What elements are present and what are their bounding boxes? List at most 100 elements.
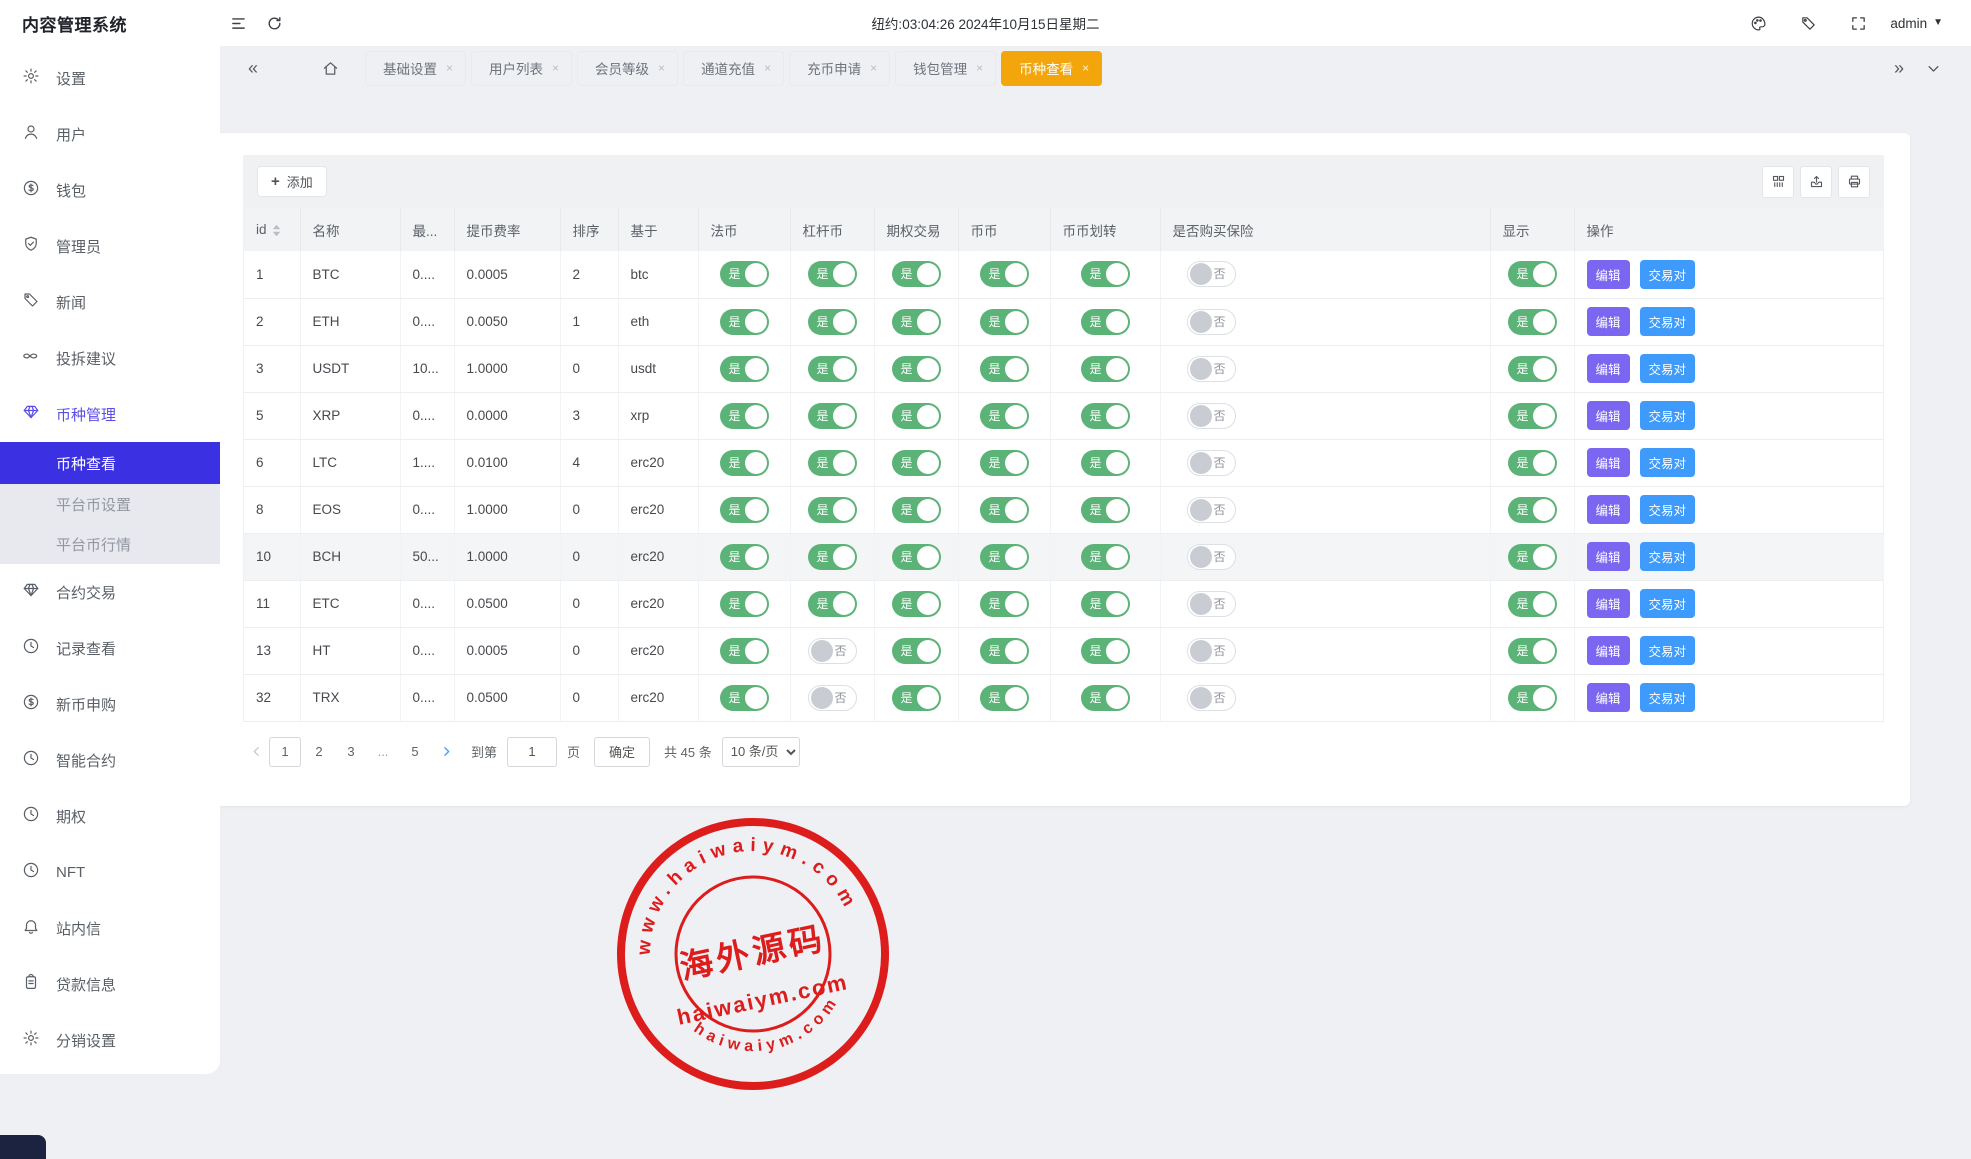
fiat-toggle[interactable]: 是 (720, 403, 769, 429)
fiat-toggle[interactable]: 是 (720, 544, 769, 570)
lever-toggle[interactable]: 是 (808, 544, 857, 570)
trade-pair-button[interactable]: 交易对 (1640, 542, 1696, 571)
edit-button[interactable]: 编辑 (1587, 495, 1630, 524)
transfer-toggle[interactable]: 是 (1081, 685, 1130, 711)
insurance-toggle[interactable]: 否 (1187, 544, 1236, 570)
transfer-toggle[interactable]: 是 (1081, 638, 1130, 664)
insurance-toggle[interactable]: 否 (1187, 450, 1236, 476)
lever-toggle[interactable]: 是 (808, 261, 857, 287)
page-button-1[interactable]: 1 (269, 737, 301, 767)
tab-1[interactable]: 用户列表× (471, 51, 572, 86)
fiat-toggle[interactable]: 是 (720, 638, 769, 664)
column-header-1[interactable]: 名称 (300, 208, 400, 251)
tab-5[interactable]: 钱包管理× (895, 51, 996, 86)
tabs-scroll-right-icon[interactable]: » (1894, 59, 1904, 77)
edit-button[interactable]: 编辑 (1587, 636, 1630, 665)
edit-button[interactable]: 编辑 (1587, 589, 1630, 618)
show-toggle[interactable]: 是 (1508, 261, 1557, 287)
coin-toggle[interactable]: 是 (980, 544, 1029, 570)
tab-close-icon[interactable]: × (658, 61, 665, 75)
sidebar-item-2[interactable]: 钱包 (0, 162, 220, 218)
edit-button[interactable]: 编辑 (1587, 448, 1630, 477)
fiat-toggle[interactable]: 是 (720, 261, 769, 287)
transfer-toggle[interactable]: 是 (1081, 450, 1130, 476)
coin-toggle[interactable]: 是 (980, 403, 1029, 429)
lever-toggle[interactable]: 否 (808, 638, 857, 664)
insurance-toggle[interactable]: 否 (1187, 309, 1236, 335)
coin-toggle[interactable]: 是 (980, 450, 1029, 476)
tabs-scroll-left-icon[interactable]: « (248, 59, 258, 77)
fiat-toggle[interactable]: 是 (720, 356, 769, 382)
column-header-8[interactable]: 期权交易 (874, 208, 958, 251)
next-page-icon[interactable] (433, 738, 459, 766)
insurance-toggle[interactable]: 否 (1187, 356, 1236, 382)
option-toggle[interactable]: 是 (892, 497, 941, 523)
fullscreen-icon[interactable] (1840, 5, 1876, 41)
sidebar-item-14[interactable]: 贷款信息 (0, 956, 220, 1012)
option-toggle[interactable]: 是 (892, 309, 941, 335)
trade-pair-button[interactable]: 交易对 (1640, 307, 1696, 336)
insurance-toggle[interactable]: 否 (1187, 685, 1236, 711)
trade-pair-button[interactable]: 交易对 (1640, 683, 1696, 712)
column-header-10[interactable]: 币币划转 (1050, 208, 1160, 251)
add-button[interactable]: + 添加 (257, 166, 327, 197)
transfer-toggle[interactable]: 是 (1081, 544, 1130, 570)
column-header-13[interactable]: 操作 (1574, 208, 1884, 251)
sidebar-item-7[interactable]: 合约交易 (0, 564, 220, 620)
column-header-5[interactable]: 基于 (618, 208, 698, 251)
column-header-12[interactable]: 显示 (1490, 208, 1574, 251)
insurance-toggle[interactable]: 否 (1187, 261, 1236, 287)
coin-toggle[interactable]: 是 (980, 261, 1029, 287)
columns-filter-icon[interactable] (1762, 166, 1794, 198)
transfer-toggle[interactable]: 是 (1081, 591, 1130, 617)
sidebar-item-3[interactable]: 管理员 (0, 218, 220, 274)
column-header-6[interactable]: 法币 (698, 208, 790, 251)
show-toggle[interactable]: 是 (1508, 497, 1557, 523)
lever-toggle[interactable]: 是 (808, 450, 857, 476)
sidebar-item-8[interactable]: 记录查看 (0, 620, 220, 676)
show-toggle[interactable]: 是 (1508, 356, 1557, 382)
lever-toggle[interactable]: 是 (808, 403, 857, 429)
lever-toggle[interactable]: 是 (808, 497, 857, 523)
trade-pair-button[interactable]: 交易对 (1640, 636, 1696, 665)
sidebar-item-13[interactable]: 站内信 (0, 900, 220, 956)
transfer-toggle[interactable]: 是 (1081, 261, 1130, 287)
sidebar-item-0[interactable]: 设置 (0, 50, 220, 106)
option-toggle[interactable]: 是 (892, 638, 941, 664)
coin-toggle[interactable]: 是 (980, 591, 1029, 617)
coin-toggle[interactable]: 是 (980, 685, 1029, 711)
option-toggle[interactable]: 是 (892, 450, 941, 476)
trade-pair-button[interactable]: 交易对 (1640, 448, 1696, 477)
transfer-toggle[interactable]: 是 (1081, 497, 1130, 523)
tab-close-icon[interactable]: × (870, 61, 877, 75)
fiat-toggle[interactable]: 是 (720, 450, 769, 476)
trade-pair-button[interactable]: 交易对 (1640, 260, 1696, 289)
sidebar-item-1[interactable]: 用户 (0, 106, 220, 162)
coin-toggle[interactable]: 是 (980, 356, 1029, 382)
option-toggle[interactable]: 是 (892, 356, 941, 382)
jump-page-input[interactable] (507, 737, 557, 767)
column-header-9[interactable]: 币币 (958, 208, 1050, 251)
page-size-select[interactable]: 10 条/页 (722, 737, 800, 767)
tag-icon[interactable] (1790, 5, 1826, 41)
show-toggle[interactable]: 是 (1508, 544, 1557, 570)
confirm-button[interactable]: 确定 (594, 737, 650, 767)
insurance-toggle[interactable]: 否 (1187, 403, 1236, 429)
sidebar-item-12[interactable]: NFT (0, 844, 220, 900)
coin-toggle[interactable]: 是 (980, 638, 1029, 664)
column-header-2[interactable]: 最... (400, 208, 454, 251)
column-header-4[interactable]: 排序 (560, 208, 618, 251)
column-header-11[interactable]: 是否购买保险 (1160, 208, 1490, 251)
sidebar-subitem-6-1[interactable]: 平台币设置 (0, 484, 220, 524)
lever-toggle[interactable]: 否 (808, 685, 857, 711)
lever-toggle[interactable]: 是 (808, 309, 857, 335)
sort-icon[interactable] (272, 224, 281, 237)
refresh-icon[interactable] (256, 5, 292, 41)
page-button-5[interactable]: 5 (401, 738, 429, 766)
tab-close-icon[interactable]: × (446, 61, 453, 75)
edit-button[interactable]: 编辑 (1587, 260, 1630, 289)
edit-button[interactable]: 编辑 (1587, 683, 1630, 712)
fiat-toggle[interactable]: 是 (720, 591, 769, 617)
tab-0[interactable]: 基础设置× (365, 51, 466, 86)
column-header-7[interactable]: 杠杆币 (790, 208, 874, 251)
